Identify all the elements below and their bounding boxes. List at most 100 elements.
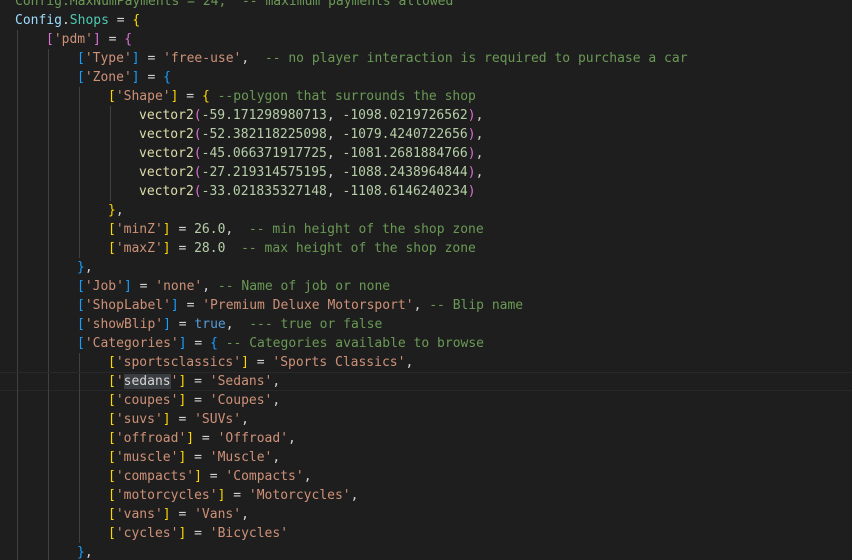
code-token: [: [108, 431, 116, 446]
code-token: 'Motorcycles': [248, 488, 351, 503]
code-line[interactable]: ['cycles'] = 'Bicycles': [0, 524, 852, 543]
code-token: 'Zone': [84, 70, 132, 85]
code-token: Shops: [69, 13, 109, 28]
indent-guide: [79, 201, 80, 220]
code-text: Config.Shops = {: [15, 11, 140, 30]
code-token: 'cycles': [115, 526, 179, 541]
indent-guide: [48, 296, 49, 315]
code-line[interactable]: ['maxZ'] = 28.0 -- max height of the sho…: [0, 239, 852, 258]
code-text: ['coupes'] = 'Coupes',: [108, 391, 280, 410]
code-token: ,: [84, 260, 93, 275]
code-line[interactable]: ['vans'] = 'Vans',: [0, 505, 852, 524]
code-line[interactable]: ['Categories'] = { -- Categories availab…: [0, 334, 852, 353]
code-line[interactable]: ['pdm'] = {: [0, 30, 852, 49]
indent-guide: [17, 182, 18, 201]
code-token: 'Premium Deluxe Motorsport': [202, 298, 414, 313]
indent-guide: [48, 201, 49, 220]
code-token: 'muscle': [115, 450, 179, 465]
code-line[interactable]: },: [0, 543, 852, 560]
code-token: =: [225, 488, 249, 503]
indent-guide: [79, 410, 80, 429]
indent-guide: [17, 373, 18, 392]
indent-guide: [17, 239, 18, 258]
code-line[interactable]: },: [0, 258, 852, 277]
code-editor[interactable]: Config.MaxNumPayments = 24, -- maximum p…: [0, 0, 852, 560]
code-token: ): [467, 108, 476, 123]
code-token: ]: [131, 70, 140, 85]
code-token: -- max height of the shop zone: [241, 241, 476, 256]
indent-guide: [79, 220, 80, 239]
code-token: ,: [475, 127, 484, 142]
code-token: 'ShopLabel': [84, 298, 171, 313]
code-token: 'Offroad': [217, 431, 289, 446]
code-line[interactable]: ['coupes'] = 'Coupes',: [0, 391, 852, 410]
code-line[interactable]: ['sportsclassics'] = 'Sports Classics',: [0, 353, 852, 372]
code-token: -- min height of the shop zone: [248, 222, 484, 237]
code-line[interactable]: ['Zone'] = {: [0, 68, 852, 87]
code-line[interactable]: ['suvs'] = 'SUVs',: [0, 410, 852, 429]
code-line[interactable]: ['offroad'] = 'Offroad',: [0, 429, 852, 448]
code-line[interactable]: vector2(-52.382118225098, -1079.42407226…: [0, 125, 852, 144]
indent-guide: [17, 391, 18, 410]
code-token: ,: [202, 279, 218, 294]
code-line[interactable]: ['Job'] = 'none', -- Name of job or none: [0, 277, 852, 296]
code-token: 28.0: [194, 241, 226, 256]
indent-guide: [48, 524, 49, 543]
code-token: 'none': [155, 279, 203, 294]
code-line[interactable]: ['muscle'] = 'Muscle',: [0, 448, 852, 467]
code-line[interactable]: ['Type'] = 'free-use', -- no player inte…: [0, 49, 852, 68]
indent-guide: [17, 467, 18, 486]
code-line[interactable]: vector2(-45.066371917725, -1081.26818847…: [0, 144, 852, 163]
indent-guide: [48, 391, 49, 410]
indent-guide: [79, 505, 80, 524]
code-text: ['sedans'] = 'Sedans',: [108, 373, 280, 390]
code-text: vector2(-59.171298980713, -1098.02197265…: [139, 106, 483, 125]
code-text: vector2(-52.382118225098, -1079.42407226…: [139, 125, 483, 144]
code-token: [: [108, 469, 116, 484]
code-token: }: [77, 545, 85, 560]
code-token: vector2: [139, 146, 194, 161]
code-text: ['Zone'] = {: [77, 68, 171, 87]
indent-guide: [48, 220, 49, 239]
code-token: 'Sedans': [209, 374, 273, 389]
indent-guide: [48, 87, 49, 106]
code-token: 'motorcycles': [115, 488, 218, 503]
code-line[interactable]: Config.Shops = {: [0, 11, 852, 30]
code-line[interactable]: ['motorcycles'] = 'Motorcycles',: [0, 486, 852, 505]
code-token: [: [77, 70, 85, 85]
indent-guide: [17, 201, 18, 220]
code-line[interactable]: ['sedans'] = 'Sedans',: [0, 372, 852, 392]
code-token: 'free-use': [163, 51, 242, 66]
code-line[interactable]: },: [0, 201, 852, 220]
code-line[interactable]: vector2(-27.219314575195, -1088.24389648…: [0, 163, 852, 182]
code-text: vector2(-27.219314575195, -1088.24389648…: [139, 163, 483, 182]
indent-guide: [79, 391, 80, 410]
code-line[interactable]: vector2(-59.171298980713, -1098.02197265…: [0, 106, 852, 125]
code-text: ['Categories'] = { -- Categories availab…: [77, 334, 484, 353]
indent-guide: [17, 106, 18, 125]
code-text: ['sportsclassics'] = 'Sports Classics',: [108, 353, 413, 372]
code-line[interactable]: ['showBlip'] = true, --- true or false: [0, 315, 852, 334]
code-token: ,: [475, 108, 484, 123]
code-token: --polygon that surrounds the shop: [217, 89, 476, 104]
code-token: ]: [162, 412, 171, 427]
code-line[interactable]: ['Shape'] = { --polygon that surrounds t…: [0, 87, 852, 106]
code-line[interactable]: ['ShopLabel'] = 'Premium Deluxe Motorspo…: [0, 296, 852, 315]
code-token: 'Compacts': [225, 469, 304, 484]
code-token: -- no player interaction is required to …: [264, 51, 688, 66]
code-token: [: [46, 32, 54, 47]
code-token: -1081.2681884766: [342, 146, 468, 161]
code-token: 'offroad': [115, 431, 187, 446]
code-line[interactable]: Config.MaxNumPayments = 24, -- maximum p…: [0, 0, 852, 11]
code-token: -52.382118225098: [201, 127, 327, 142]
code-token: }: [108, 203, 116, 218]
code-token: vector2: [139, 184, 194, 199]
indent-guide: [17, 486, 18, 505]
code-token: 'Shape': [115, 89, 171, 104]
code-token: -27.219314575195: [201, 165, 327, 180]
indent-guide: [17, 543, 18, 560]
code-line[interactable]: ['minZ'] = 26.0, -- min height of the sh…: [0, 220, 852, 239]
code-token: ,: [405, 355, 414, 370]
code-line[interactable]: ['compacts'] = 'Compacts',: [0, 467, 852, 486]
code-line[interactable]: vector2(-33.021835327148, -1108.61462402…: [0, 182, 852, 201]
